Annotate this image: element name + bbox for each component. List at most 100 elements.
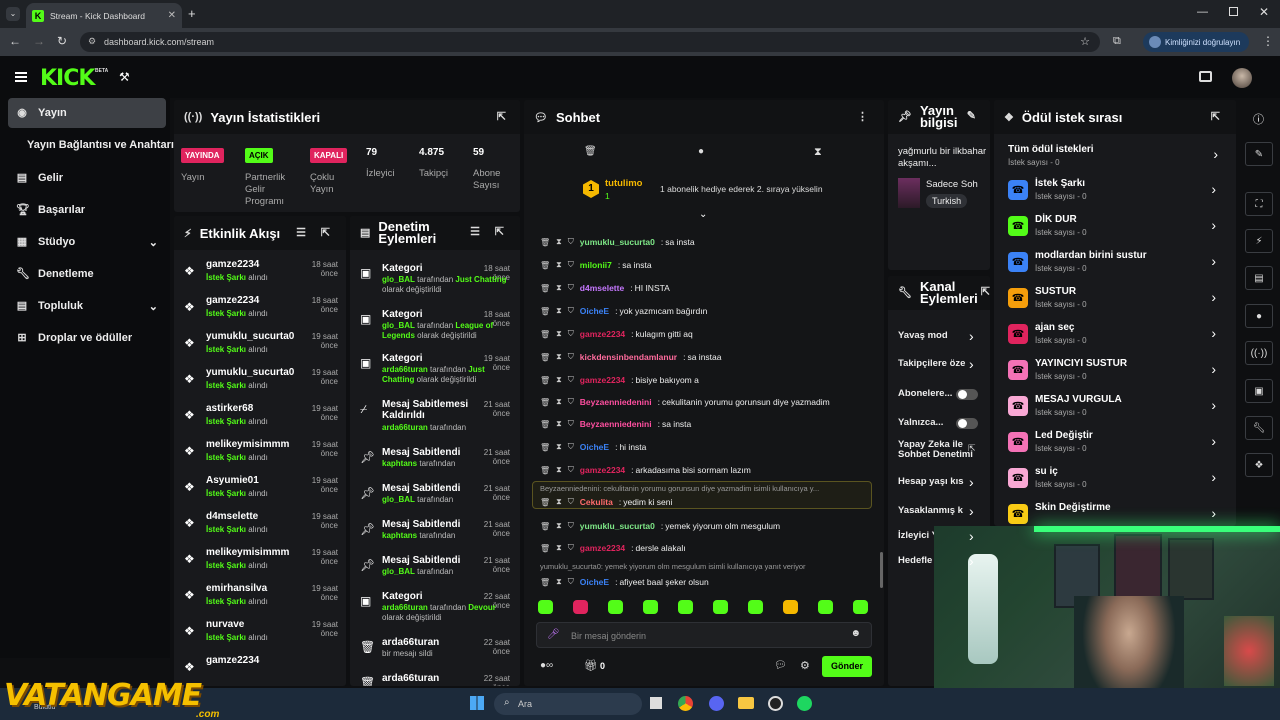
rail-edit-button[interactable]: ✎: [1245, 142, 1273, 166]
chat-username[interactable]: OicheE: [580, 442, 609, 452]
sidebar-item-topluluk[interactable]: ▤ Topluluk ⌄: [8, 291, 166, 321]
emote-icon[interactable]: [853, 600, 868, 614]
emote-icon[interactable]: [783, 600, 798, 614]
chat-message[interactable]: 🗑︎ ⧗ ⛉ Beyzaenniedenini: cekulitanin yorumu …: [540, 392, 880, 412]
delete-message-icon[interactable]: 🗑︎: [540, 522, 550, 531]
timeout-icon[interactable]: ⧗: [556, 497, 562, 507]
filter-icon[interactable]: ☰: [470, 226, 480, 238]
delete-message-icon[interactable]: 🗑︎: [540, 238, 550, 247]
emote-icon[interactable]: [608, 600, 623, 614]
hourglass-tab-icon[interactable]: ⧗: [814, 146, 822, 159]
delete-message-icon[interactable]: 🗑︎: [540, 578, 550, 587]
back-icon[interactable]: ←: [9, 34, 21, 48]
timeout-icon[interactable]: ⧗: [556, 260, 562, 270]
reward-row[interactable]: ☎ Led Değiştir İstek sayısı - 0 ›: [1000, 426, 1228, 462]
send-button[interactable]: Gönder: [822, 656, 872, 677]
close-window-icon[interactable]: ✕: [1259, 5, 1269, 19]
sidebar-item-studyo[interactable]: ▦ Stüdyo ⌄: [8, 227, 166, 257]
timeout-icon[interactable]: ⧗: [556, 397, 562, 407]
url-field[interactable]: ⚙ dashboard.kick.com/stream ☆: [80, 32, 1100, 52]
chat-username[interactable]: gamze2234: [580, 329, 625, 339]
emote-icon[interactable]: [818, 600, 833, 614]
sidebar-item-stream-key[interactable]: Yayın Bağlantısı ve Anahtarı: [8, 130, 174, 160]
chat-username[interactable]: gamze2234: [580, 465, 625, 475]
wallet-icon[interactable]: [1199, 71, 1212, 82]
chat-message[interactable]: 🗑︎ ⧗ ⛉ OicheE: afiyeet baal şeker olsun: [540, 572, 880, 592]
emoji-icon[interactable]: ☻: [850, 628, 861, 639]
delete-message-icon[interactable]: 🗑︎: [540, 284, 550, 293]
rail-chat-button[interactable]: ●: [1245, 304, 1273, 328]
delete-message-icon[interactable]: 🗑︎: [540, 398, 550, 407]
rail-events-button[interactable]: ⚡︎: [1245, 229, 1273, 253]
chat-message[interactable]: 🗑︎ ⧗ ⛉ d4mselette: HI INSTA: [540, 278, 880, 298]
channel-action-item[interactable]: Yavaş mod: [898, 331, 980, 353]
rail-info-button[interactable]: ▣: [1245, 379, 1273, 403]
new-tab-icon[interactable]: +: [188, 6, 196, 21]
chat-username[interactable]: OicheE: [580, 577, 609, 587]
reward-row[interactable]: ☎ DİK DUR İstek sayısı - 0 ›: [1000, 210, 1228, 246]
delete-message-icon[interactable]: 🗑︎: [540, 544, 550, 553]
delete-message-icon[interactable]: 🗑︎: [540, 376, 550, 385]
chat-menu-icon[interactable]: ⋮: [857, 110, 868, 123]
emote-icon[interactable]: [643, 600, 658, 614]
ban-shield-icon[interactable]: ⛉: [568, 260, 574, 270]
browser-tab[interactable]: K Stream - Kick Dashboard ✕: [26, 3, 182, 28]
rail-expand-button[interactable]: ⛶: [1245, 192, 1273, 216]
ban-shield-icon[interactable]: ⛉: [568, 397, 574, 407]
timeout-icon[interactable]: ⧗: [556, 375, 562, 385]
sidebar-item-denetleme[interactable]: 🔧︎ Denetleme: [8, 259, 166, 289]
channel-action-item[interactable]: Hesap yaşı kıs: [898, 477, 980, 499]
channel-action-item[interactable]: Yasaklanmış k: [898, 506, 980, 528]
chrome-icon[interactable]: [678, 696, 693, 711]
rail-broadcast-button[interactable]: ((·)): [1245, 341, 1273, 365]
points-icon[interactable]: ●∞: [540, 660, 553, 671]
chat-message[interactable]: 🗑︎ ⧗ ⛉ gamze2234: kulagım gitti aq: [540, 324, 880, 344]
hamburger-menu-icon[interactable]: [15, 72, 27, 82]
popout-icon[interactable]: ⇱: [321, 226, 330, 239]
chat-scrollbar[interactable]: [880, 552, 883, 588]
taskbar-search[interactable]: ⌕ Ara: [494, 693, 642, 715]
popout-icon[interactable]: ⇱: [981, 286, 990, 298]
chat-username[interactable]: d4mselette: [580, 283, 624, 293]
delete-message-icon[interactable]: 🗑︎: [540, 353, 550, 362]
emote-icon[interactable]: [538, 600, 553, 614]
info-icon[interactable]: ⓘ: [1253, 111, 1264, 127]
timeout-icon[interactable]: ⧗: [556, 237, 562, 247]
forward-icon[interactable]: →: [33, 34, 45, 48]
tab-list-icon[interactable]: ⌄: [6, 7, 20, 21]
task-view-icon[interactable]: [650, 697, 662, 709]
minimize-icon[interactable]: —: [1197, 6, 1208, 18]
delete-message-icon[interactable]: 🗑︎: [540, 420, 550, 429]
chat-message[interactable]: 🗑︎ ⧗ ⛉ gamze2234: dersle alakalı: [540, 538, 880, 558]
chat-message[interactable]: 🗑︎ ⧗ ⛉ Cekulita: yedim ki seni: [540, 492, 880, 512]
restore-icon[interactable]: [1229, 7, 1238, 16]
chat-input-field[interactable]: 🎤︎ Bir mesaj gönderin ☻: [536, 622, 872, 648]
chat-settings-icon[interactable]: ⚙: [800, 659, 810, 672]
external-link-icon[interactable]: ⇱: [968, 443, 976, 454]
emote-icon[interactable]: [748, 600, 763, 614]
trash-tab-icon[interactable]: 🗑︎: [584, 146, 597, 157]
reward-row[interactable]: ☎ İstek Şarkı İstek sayısı - 0 ›: [1000, 174, 1228, 210]
ban-shield-icon[interactable]: ⛉: [568, 283, 574, 293]
folder-icon[interactable]: [738, 697, 754, 709]
sidebar-item-yayin[interactable]: ◉ Yayın: [8, 98, 166, 128]
emote-icon[interactable]: [678, 600, 693, 614]
delete-message-icon[interactable]: 🗑︎: [540, 307, 550, 316]
ban-shield-icon[interactable]: ⛉: [568, 419, 574, 429]
popout-icon[interactable]: ⇱: [1211, 110, 1220, 123]
rail-rewards-button[interactable]: ❖: [1245, 453, 1273, 477]
chat-message[interactable]: 🗑︎ ⧗ ⛉ yumuklu_sucurta0: sa insta: [540, 232, 880, 252]
rail-moderation-button[interactable]: ▤: [1245, 266, 1273, 290]
ban-shield-icon[interactable]: ⛉: [568, 465, 574, 475]
kick-logo[interactable]: KICK: [40, 66, 95, 91]
sidebar-item-basarilar[interactable]: 🏆︎ Başarılar: [8, 195, 166, 225]
timeout-icon[interactable]: ⧗: [556, 543, 562, 553]
microphone-icon[interactable]: 🎤︎: [547, 629, 560, 640]
spotify-icon[interactable]: [797, 696, 812, 711]
timeout-icon[interactable]: ⧗: [556, 306, 562, 316]
chat-username[interactable]: Cekulita: [580, 497, 613, 507]
chat-message[interactable]: 🗑︎ ⧗ ⛉ OicheE: yok yazmıcam bağırdın: [540, 301, 880, 321]
timeout-icon[interactable]: ⧗: [556, 329, 562, 339]
delete-message-icon[interactable]: 🗑︎: [540, 466, 550, 475]
ban-shield-icon[interactable]: ⛉: [568, 352, 574, 362]
